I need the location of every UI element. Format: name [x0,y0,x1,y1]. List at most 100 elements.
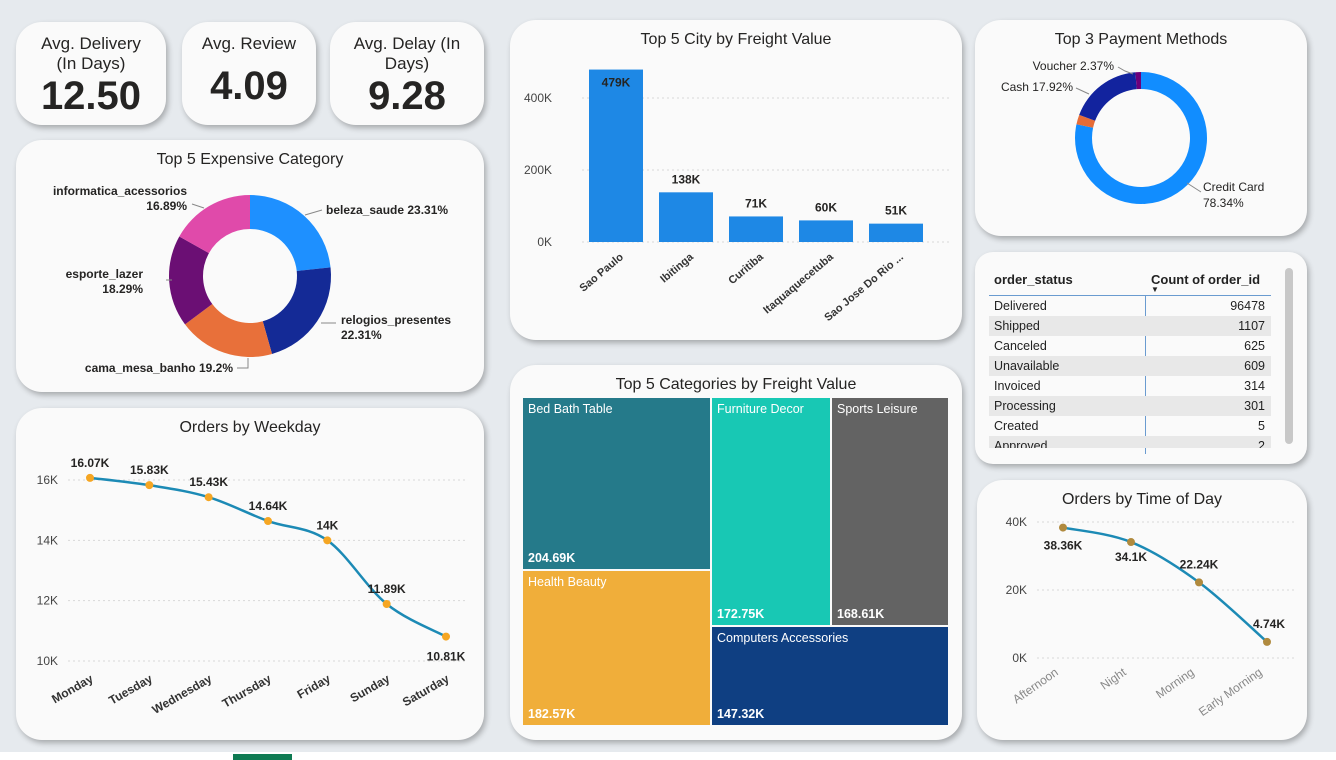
data-label: 10.81K [427,650,466,664]
data-label: 14.64K [249,499,288,513]
slice-label: informatica_acessorios [53,184,187,198]
treemap-cell-value: 182.57K [528,707,576,721]
y-tick-label: 20K [1006,583,1027,597]
kpi-value: 4.09 [210,64,288,108]
active-page-tab-indicator[interactable] [233,754,292,760]
data-label: 15.83K [130,463,169,477]
count-cell: 5 [1258,419,1265,433]
status-cell: Unavailable [994,359,1060,373]
x-tick-label: Early Morning [1196,665,1265,719]
bar [799,220,853,242]
sort-desc-icon[interactable]: ▼ [1151,285,1159,294]
kpi-card-avg-review: Avg. Review 4.09 [182,22,316,125]
table-row[interactable]: Approved 2 [989,436,1271,448]
count-cell: 314 [1244,379,1265,393]
x-tick-label: Sunday [348,671,393,705]
treemap-cell-name: Bed Bath Table [528,402,613,416]
payment-methods-card: Top 3 Payment Methods Credit Card 78.34% V… [975,20,1307,236]
treemap-cell-bed-bath-table[interactable]: Bed Bath Table 204.69K [523,398,710,569]
y-tick-label: 40K [1006,515,1027,529]
expensive-category-donut: beleza_saude 23.31% relogios_presentes22.… [53,184,451,375]
kpi-label: Avg. Delivery (In Days) [41,34,141,73]
status-cell: Processing [994,399,1056,413]
slice-label: beleza_saude 23.31% [326,203,448,217]
table-row[interactable]: Canceled 625 [989,336,1271,356]
leader-line [304,209,323,216]
table-scrollbar[interactable] [1285,268,1293,444]
data-label: 71K [745,196,767,210]
weekday-line-chart: 10K 12K 14K 16K 16.07K Monday 15.83K Tuesday 15.… [37,456,468,717]
data-point [145,481,154,490]
data-label: 51K [885,204,907,218]
y-tick-label: 10K [37,654,58,668]
status-cell: Invoiced [994,379,1041,393]
slice-label: 18.29% [102,282,143,296]
treemap-cell-health-beauty[interactable]: Health Beauty 182.57K [523,571,710,725]
data-label: 4.74K [1253,617,1285,631]
data-label: 38.36K [1044,539,1083,553]
treemap-cell-computers-accessories[interactable]: Computers Accessories 147.32K [712,627,948,725]
bar [869,223,923,242]
data-point [323,536,332,545]
status-cell: Canceled [994,339,1047,353]
table-row[interactable]: Unavailable 609 [989,356,1271,376]
y-tick-label: 0K [1012,651,1027,665]
slice-label: 22.31% [341,328,382,342]
status-cell: Created [994,419,1039,433]
x-tick-label: Sao Paulo [577,251,626,295]
table-row[interactable]: Processing 301 [989,396,1271,416]
data-label: 34.1K [1115,550,1147,564]
y-tick-label: 400K [524,91,552,105]
y-tick-label: 0K [537,235,552,249]
data-label: 16.07K [71,456,110,470]
treemap-cell-value: 147.32K [717,707,765,721]
x-tick-label: Morning [1153,665,1197,701]
column-header-count[interactable]: Count of order_id [1151,272,1260,287]
data-label: 479K [602,76,631,90]
table-row[interactable]: Shipped 1107 [989,316,1271,336]
weekday-card: Orders by Weekday 10K 12K 14K 16K 16.07K Mond… [16,408,484,740]
data-point [442,632,450,641]
slice-label: relogios_presentes [341,313,451,327]
kpi-value: 9.28 [368,74,446,118]
data-label: 14K [316,518,338,532]
series-line [1062,526,1268,643]
x-tick-label: Itaquaquecetuba [761,251,836,317]
bar [659,192,713,242]
table-row[interactable]: Invoiced 314 [989,376,1271,396]
city-freight-bar-chart: 0K 200K 400K 479K Sao Paulo 138K Ibitinga 71K Cu… [524,69,950,324]
table-row[interactable]: Created 5 [989,416,1271,436]
treemap-cell-furniture-decor[interactable]: Furniture Decor 172.75K [712,398,830,625]
x-tick-label: Afternoon [1010,665,1061,706]
data-point [1059,523,1067,532]
count-cell: 625 [1244,339,1265,353]
count-cell: 609 [1244,359,1265,373]
x-tick-label: Wednesday [150,671,215,717]
treemap-cell-sports-leisure[interactable]: Sports Leisure 168.61K [832,398,948,625]
bottom-strip [0,752,1336,760]
slice-label: Voucher 2.37% [1033,59,1115,73]
y-tick-label: 200K [524,163,552,177]
data-point [1127,538,1135,547]
data-point [1263,637,1271,646]
count-cell: 301 [1244,399,1265,413]
bar [589,69,643,242]
kpi-card-avg-delivery: Avg. Delivery (In Days) 12.50 [16,22,166,125]
kpi-card-avg-delay: Avg. Delay (In Days) 9.28 [330,22,484,125]
treemap-cell-name: Computers Accessories [717,631,849,645]
x-tick-label: Ibitinga [658,251,696,286]
slice-label: Cash 17.92% [1001,80,1073,94]
treemap-cell-value: 204.69K [528,551,576,565]
status-cell: Shipped [994,319,1040,333]
leader-line [1186,182,1202,193]
slice-label: Credit Card [1203,180,1264,194]
column-header-order-status[interactable]: order_status [994,272,1073,287]
treemap-cell-name: Sports Leisure [837,402,918,416]
category-freight-card: Top 5 Categories by Freight Value Bed Ba… [510,365,962,740]
data-point [1195,578,1203,587]
count-cell: 2 [1258,439,1265,448]
donut-slice [262,267,331,354]
count-cell: 1107 [1238,319,1265,333]
table-row[interactable]: Delivered 96478 [989,296,1271,316]
donut-slice [1079,72,1137,121]
